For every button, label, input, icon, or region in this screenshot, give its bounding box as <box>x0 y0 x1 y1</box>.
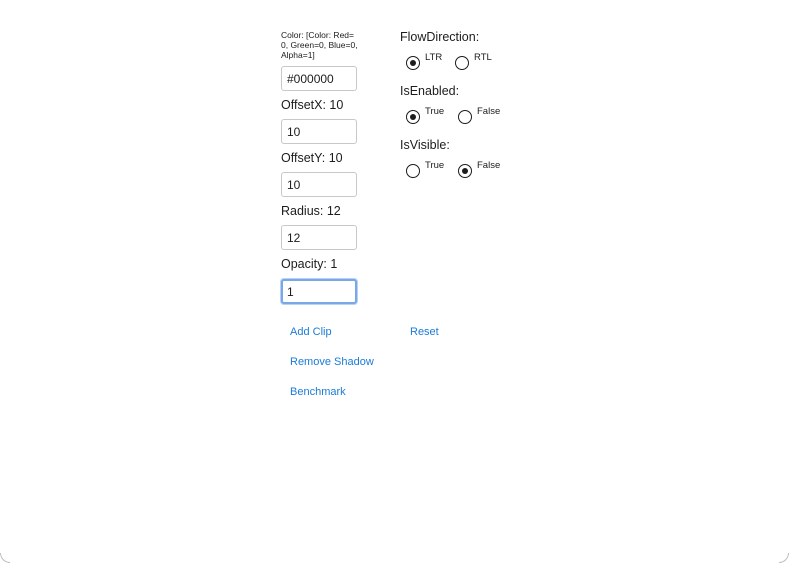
flow-direction-label: FlowDirection: <box>400 30 480 44</box>
radius-entry[interactable] <box>281 225 357 250</box>
flow-direction-ltr-radio[interactable]: LTR <box>406 52 443 70</box>
reset-button[interactable]: Reset <box>410 325 439 339</box>
flow-direction-rtl-radio[interactable]: RTL <box>455 52 492 70</box>
radio-label: False <box>477 106 501 117</box>
window-corner-right <box>779 553 789 563</box>
offset-x-label: OffsetX: 10 <box>281 98 344 112</box>
radio-label: LTR <box>425 52 443 63</box>
app-window: Color: [Color: Red=0, Green=0, Blue=0, A… <box>0 0 789 563</box>
radio-label: True <box>425 106 445 117</box>
is-enabled-true-radio[interactable]: True <box>406 106 445 124</box>
is-visible-false-radio[interactable]: False <box>458 160 501 178</box>
is-enabled-false-radio[interactable]: False <box>458 106 501 124</box>
is-visible-label: IsVisible: <box>400 138 450 152</box>
add-clip-button[interactable]: Add Clip <box>290 325 332 339</box>
offset-x-entry[interactable] <box>281 119 357 144</box>
radio-label: RTL <box>474 52 492 63</box>
offset-y-entry[interactable] <box>281 172 357 197</box>
offset-y-label: OffsetY: 10 <box>281 151 343 165</box>
window-corner-left <box>0 553 10 563</box>
radio-circle <box>458 164 472 178</box>
radio-circle <box>406 56 420 70</box>
radio-circle <box>406 110 420 124</box>
radio-circle <box>406 164 420 178</box>
is-enabled-label: IsEnabled: <box>400 84 460 98</box>
benchmark-button[interactable]: Benchmark <box>290 385 346 399</box>
opacity-label: Opacity: 1 <box>281 257 338 271</box>
radio-circle <box>455 56 469 70</box>
radio-label: True <box>425 160 445 171</box>
color-entry[interactable] <box>281 66 357 91</box>
color-label: Color: [Color: Red=0, Green=0, Blue=0, A… <box>281 30 358 60</box>
radius-label: Radius: 12 <box>281 204 341 218</box>
is-visible-true-radio[interactable]: True <box>406 160 445 178</box>
remove-shadow-button[interactable]: Remove Shadow <box>290 355 374 369</box>
radio-circle <box>458 110 472 124</box>
opacity-entry[interactable] <box>281 279 357 304</box>
radio-label: False <box>477 160 501 171</box>
